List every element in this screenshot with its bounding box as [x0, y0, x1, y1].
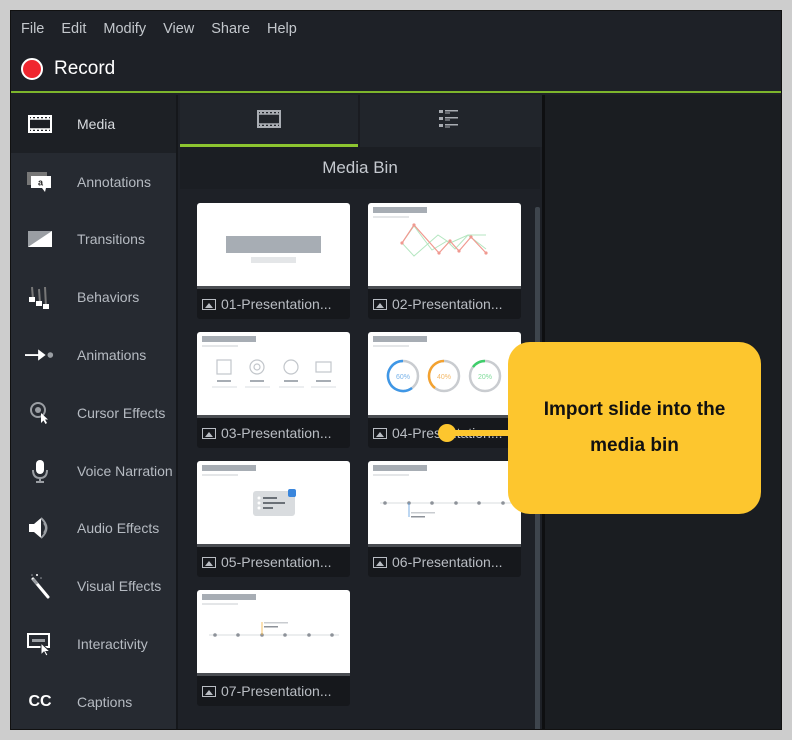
menu-modify[interactable]: Modify — [103, 21, 146, 37]
media-item-caption: 01-Presentation... — [197, 289, 350, 319]
slide-thumbnail — [197, 203, 350, 289]
slide-thumbnail — [197, 590, 350, 676]
sidebar-item-captions[interactable]: CC Captions — [11, 673, 176, 729]
sidebar-item-animations[interactable]: Animations — [11, 326, 176, 384]
media-item-label: 07-Presentation... — [221, 683, 332, 699]
sidebar-item-label: Media — [77, 115, 116, 132]
record-label: Record — [54, 58, 116, 79]
callout-annotation: Import slide into the media bin — [508, 342, 761, 514]
record-bar: Record — [11, 47, 781, 93]
sidebar-item-media[interactable]: Media — [11, 95, 176, 153]
menu-file[interactable]: File — [21, 21, 44, 37]
media-bin-title: Media Bin — [180, 147, 540, 189]
media-item-label: 02-Presentation... — [392, 296, 503, 312]
media-item-caption: 06-Presentation... — [368, 547, 521, 577]
tools-sidebar: Media a Annotations Transitions Behavior… — [11, 95, 178, 729]
donut-label: 60% — [396, 374, 410, 381]
menu-view[interactable]: View — [163, 21, 194, 37]
slide-thumbnail — [197, 461, 350, 547]
image-icon — [202, 685, 216, 697]
slide-thumbnail — [368, 203, 521, 289]
media-item[interactable]: 06-Presentation... — [368, 461, 521, 577]
sidebar-item-label: Voice Narration — [77, 462, 173, 479]
sidebar-item-interactivity[interactable]: Interactivity — [11, 615, 176, 673]
list-details-icon — [439, 109, 459, 134]
media-item[interactable]: 02-Presentation... — [368, 203, 521, 319]
media-item-caption: 07-Presentation... — [197, 676, 350, 706]
callout-pointer-line — [448, 430, 510, 436]
sidebar-item-label: Behaviors — [77, 289, 140, 306]
sidebar-item-label: Captions — [77, 693, 133, 710]
annotation-bubble-icon: a — [25, 170, 55, 194]
media-item[interactable]: 01-Presentation... — [197, 203, 350, 319]
sidebar-item-label: Annotations — [77, 173, 151, 190]
slide-thumbnail: 60% 40% 20% — [368, 332, 521, 418]
media-item-label: 01-Presentation... — [221, 296, 332, 312]
menu-help[interactable]: Help — [267, 21, 297, 37]
sidebar-item-annotations[interactable]: a Annotations — [11, 153, 176, 211]
donut-label: 40% — [437, 374, 451, 381]
sidebar-item-label: Visual Effects — [77, 578, 162, 595]
image-icon — [202, 556, 216, 568]
film-strip-icon — [257, 109, 281, 133]
sidebar-item-label: Animations — [77, 347, 147, 364]
sidebar-item-label: Interactivity — [77, 636, 148, 653]
sidebar-item-voice-narration[interactable]: Voice Narration — [11, 442, 176, 500]
cc-icon: CC — [28, 692, 52, 710]
media-panel: Media Bin 01-Presentation... 02-Presenta… — [180, 95, 542, 729]
media-item-caption: 05-Presentation... — [197, 547, 350, 577]
media-item-caption: 03-Presentation... — [197, 418, 350, 448]
sidebar-item-behaviors[interactable]: Behaviors — [11, 268, 176, 326]
film-strip-icon — [25, 112, 55, 136]
media-item-caption: 02-Presentation... — [368, 289, 521, 319]
media-item[interactable]: 07-Presentation... — [197, 590, 350, 706]
microphone-icon — [25, 459, 55, 483]
transition-icon — [25, 227, 55, 251]
sidebar-item-cursor-effects[interactable]: Cursor Effects — [11, 384, 176, 442]
media-item-label: 05-Presentation... — [221, 554, 332, 570]
slide-thumbnail — [197, 332, 350, 418]
sidebar-item-visual-effects[interactable]: Visual Effects — [11, 557, 176, 615]
media-item-label: 06-Presentation... — [392, 554, 503, 570]
animation-arrow-icon — [25, 343, 55, 367]
record-button[interactable]: Record — [21, 58, 115, 80]
tab-thumbnail-view[interactable] — [180, 95, 358, 147]
record-icon — [21, 58, 43, 80]
image-icon — [373, 556, 387, 568]
donut-label: 20% — [478, 374, 492, 381]
image-icon — [373, 427, 387, 439]
image-icon — [202, 427, 216, 439]
behaviors-icon — [25, 285, 55, 310]
image-icon — [373, 298, 387, 310]
sidebar-item-label: Transitions — [77, 231, 145, 248]
callout-text: Import slide into the media bin — [543, 399, 726, 456]
view-tabs — [180, 95, 542, 147]
slide-thumbnail — [368, 461, 521, 547]
sidebar-item-audio-effects[interactable]: Audio Effects — [11, 500, 176, 558]
menu-bar: File Edit Modify View Share Help — [11, 11, 781, 47]
speaker-icon — [25, 516, 55, 540]
interactivity-icon — [25, 632, 55, 657]
callout-pointer-dot — [438, 424, 456, 442]
menu-share[interactable]: Share — [211, 21, 250, 37]
sidebar-item-transitions[interactable]: Transitions — [11, 211, 176, 269]
menu-edit[interactable]: Edit — [61, 21, 86, 37]
cursor-effects-icon — [25, 401, 55, 425]
media-item[interactable]: 05-Presentation... — [197, 461, 350, 577]
magic-wand-icon — [25, 574, 55, 599]
sidebar-item-label: Audio Effects — [77, 520, 160, 537]
tab-list-view[interactable] — [360, 95, 538, 147]
image-icon — [202, 298, 216, 310]
media-item[interactable]: 03-Presentation... — [197, 332, 350, 448]
media-item-label: 03-Presentation... — [221, 425, 332, 441]
sidebar-item-label: Cursor Effects — [77, 404, 166, 421]
